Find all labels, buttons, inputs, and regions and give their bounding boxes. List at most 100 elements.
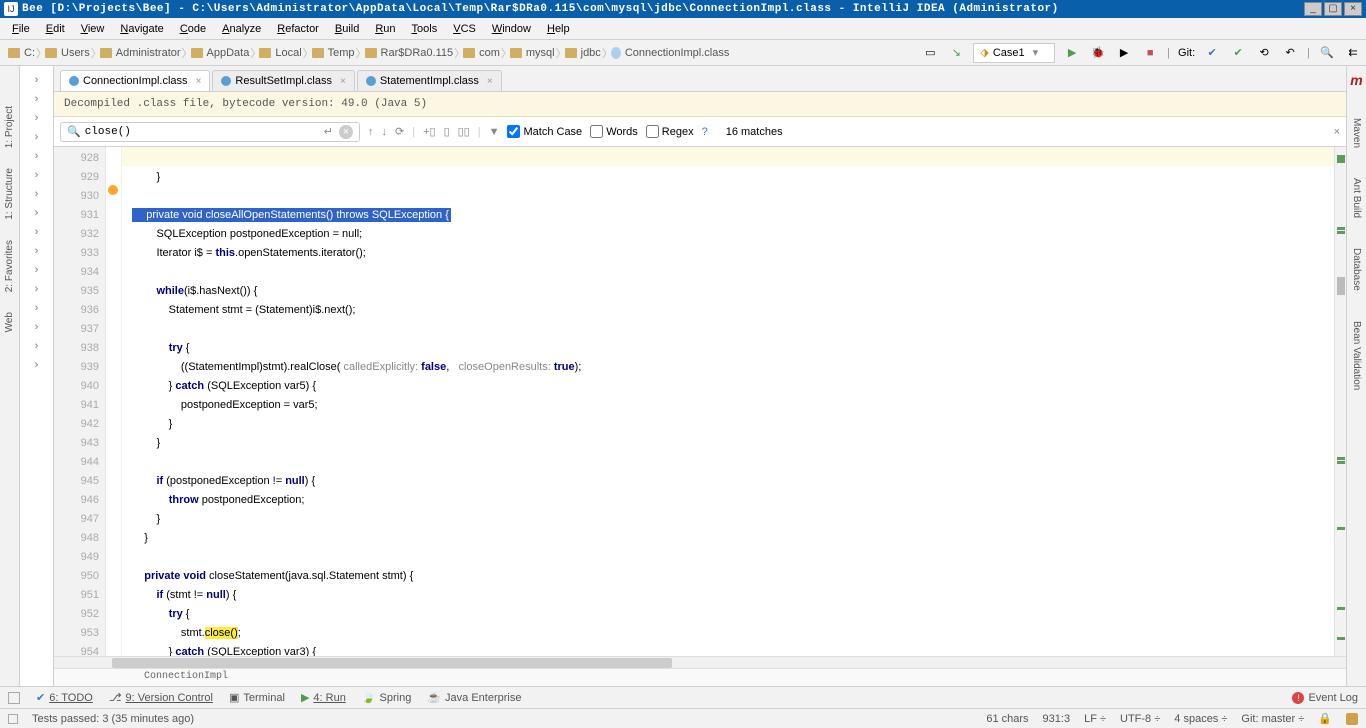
regex-checkbox[interactable]: Regex (646, 125, 694, 138)
menu-code[interactable]: Code (172, 23, 214, 35)
breadcrumb-item[interactable]: Users (41, 43, 96, 63)
lock-icon[interactable]: 🔒 (1318, 712, 1332, 725)
run-tool-button[interactable]: ▶4: Run (301, 691, 346, 704)
clear-icon[interactable]: × (339, 125, 353, 139)
maven-icon[interactable]: m (1350, 72, 1362, 88)
status-toggle-icon[interactable] (8, 714, 18, 724)
breadcrumb-item[interactable]: jdbc (561, 43, 607, 63)
words-checkbox[interactable]: Words (590, 125, 638, 138)
run-button[interactable]: ▶ (1063, 44, 1081, 62)
breadcrumb-item[interactable]: AppData (187, 43, 256, 63)
menu-vcs[interactable]: VCS (445, 23, 484, 35)
todo-tool-button[interactable]: ✔6: TODO (36, 691, 93, 704)
sel-icon-3[interactable]: ▯▯ (458, 125, 470, 138)
select-all-icon[interactable]: ⟳ (395, 125, 404, 138)
stop-button[interactable]: ■ (1141, 44, 1159, 62)
editor-tab[interactable]: ResultSetImpl.class× (212, 70, 354, 91)
spring-tool-button[interactable]: 🍃Spring (362, 691, 412, 704)
close-find-icon[interactable]: × (1334, 126, 1340, 138)
sel-icon-2[interactable]: ▯ (444, 125, 450, 138)
editor-tab[interactable]: StatementImpl.class× (357, 70, 502, 91)
nav-back-icon[interactable]: ⇇ (1344, 44, 1362, 62)
vcs-revert-icon[interactable]: ↶ (1281, 44, 1299, 62)
status-git-branch[interactable]: Git: master ÷ (1241, 713, 1304, 725)
menu-refactor[interactable]: Refactor (269, 23, 327, 35)
nav-icon[interactable]: ▭ (921, 44, 939, 62)
menu-view[interactable]: View (73, 23, 113, 35)
tree-expand-icon[interactable]: › (20, 260, 53, 279)
jee-tool-button[interactable]: ☕Java Enterprise (427, 691, 521, 704)
tree-expand-icon[interactable]: › (20, 298, 53, 317)
tree-expand-icon[interactable]: › (20, 203, 53, 222)
tree-expand-icon[interactable]: › (20, 355, 53, 374)
close-tab-icon[interactable]: × (196, 76, 202, 87)
tree-expand-icon[interactable]: › (20, 165, 53, 184)
tree-expand-icon[interactable]: › (20, 184, 53, 203)
tree-expand-icon[interactable]: › (20, 222, 53, 241)
debug-button[interactable]: 🐞 (1089, 44, 1107, 62)
tree-expand-icon[interactable]: › (20, 89, 53, 108)
close-window-button[interactable]: × (1344, 2, 1362, 16)
tree-expand-icon[interactable]: › (20, 146, 53, 165)
tree-expand-icon[interactable]: › (20, 241, 53, 260)
project-tree-collapsed[interactable]: ›››››››››››››››› (20, 66, 54, 686)
add-selection-icon[interactable]: +▯ (423, 125, 435, 138)
bean-validation-tool-button[interactable]: Bean Validation (1351, 321, 1362, 390)
code-editor[interactable]: } } private void closeAllOpenStatements(… (122, 147, 1334, 656)
ant-tool-button[interactable]: Ant Build (1351, 178, 1362, 218)
menu-run[interactable]: Run (367, 23, 403, 35)
menu-edit[interactable]: Edit (38, 23, 73, 35)
breadcrumb-item[interactable]: Temp (308, 43, 361, 63)
menu-navigate[interactable]: Navigate (112, 23, 171, 35)
breadcrumb-item[interactable]: com (459, 43, 506, 63)
prev-match-icon[interactable]: ↑ (368, 126, 374, 138)
filter-icon[interactable]: ▼ (489, 126, 500, 138)
close-tab-icon[interactable]: × (487, 76, 493, 87)
vcs-history-icon[interactable]: ⟲ (1255, 44, 1273, 62)
structure-tool-button[interactable]: 1: Structure (4, 168, 15, 220)
event-log-button[interactable]: !Event Log (1292, 692, 1358, 704)
tree-expand-icon[interactable]: › (20, 127, 53, 146)
intention-bulb-icon[interactable] (108, 185, 118, 195)
status-encoding[interactable]: UTF-8 ÷ (1120, 713, 1160, 725)
error-stripe[interactable] (1334, 147, 1346, 656)
vcs-tool-button[interactable]: ⎇9: Version Control (109, 691, 213, 704)
favorites-tool-button[interactable]: 2: Favorites (4, 240, 15, 292)
breadcrumb-item[interactable]: ConnectionImpl.class (607, 43, 736, 63)
coverage-button[interactable]: ▶ (1115, 44, 1133, 62)
menu-analyze[interactable]: Analyze (214, 23, 269, 35)
class-breadcrumb[interactable]: ConnectionImpl (54, 668, 1346, 686)
menu-help[interactable]: Help (539, 23, 578, 35)
breadcrumb-item[interactable]: Rar$DRa0.115 (361, 43, 460, 63)
tree-expand-icon[interactable]: › (20, 317, 53, 336)
menu-tools[interactable]: Tools (404, 23, 446, 35)
tree-expand-icon[interactable]: › (20, 336, 53, 355)
tree-expand-icon[interactable]: › (20, 70, 53, 89)
status-indent[interactable]: 4 spaces ÷ (1174, 713, 1227, 725)
regex-help-icon[interactable]: ? (702, 126, 708, 138)
make-button[interactable]: ↘ (947, 44, 965, 62)
maven-tool-button[interactable]: Maven (1351, 118, 1362, 148)
terminal-tool-button[interactable]: ▣Terminal (229, 691, 285, 704)
menu-build[interactable]: Build (327, 23, 367, 35)
match-case-checkbox[interactable]: Match Case (507, 125, 582, 138)
tree-expand-icon[interactable]: › (20, 108, 53, 127)
web-tool-button[interactable]: Web (4, 312, 15, 332)
breadcrumb-item[interactable]: Administrator (96, 43, 187, 63)
editor-tab[interactable]: ConnectionImpl.class× (60, 70, 210, 91)
close-tab-icon[interactable]: × (340, 76, 346, 87)
minimize-button[interactable]: _ (1304, 2, 1322, 16)
maximize-button[interactable]: ▢ (1324, 2, 1342, 16)
project-tool-button[interactable]: 1: Project (4, 106, 15, 148)
run-config-combo[interactable]: ⬗Case1▾ (973, 43, 1055, 63)
menu-window[interactable]: Window (484, 23, 539, 35)
breadcrumb-item[interactable]: mysql (506, 43, 561, 63)
history-icon[interactable]: ↵ (324, 125, 333, 138)
status-caret-pos[interactable]: 931:3 (1043, 713, 1071, 725)
database-tool-button[interactable]: Database (1351, 248, 1362, 291)
menu-file[interactable]: File (4, 23, 38, 35)
breadcrumb-item[interactable]: Local (255, 43, 307, 63)
next-match-icon[interactable]: ↓ (382, 126, 388, 138)
horizontal-scrollbar[interactable] (54, 656, 1346, 668)
tree-expand-icon[interactable]: › (20, 279, 53, 298)
